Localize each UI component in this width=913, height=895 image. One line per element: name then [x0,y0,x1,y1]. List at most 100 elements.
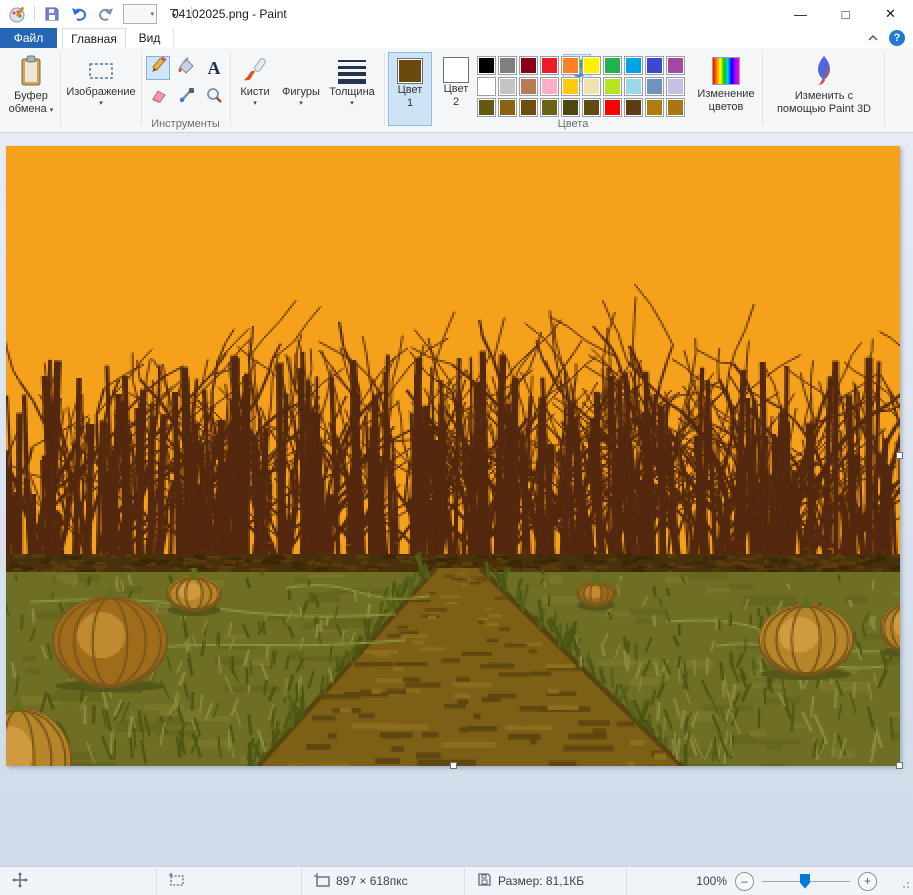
tab-file[interactable]: Файл [0,28,57,48]
thickness-icon [337,56,367,86]
palette-swatch[interactable] [582,56,601,75]
paint3d-label: Изменить с [795,90,853,102]
eyedropper-icon [177,87,195,110]
save-button[interactable] [42,3,62,25]
thickness-button[interactable]: Толщина ▾ [324,56,380,107]
cursor-position-cell [0,867,157,895]
color-palette [476,55,686,118]
palette-swatch[interactable] [624,56,643,75]
title-bar: ▾ ▾ 04102025.png - Paint — □ ✕ [0,0,913,28]
paint3d-icon [809,52,839,90]
eraser-icon [149,89,167,108]
tab-home[interactable]: Главная [62,28,126,48]
image-label: Изображение [66,86,135,99]
zoom-in-button[interactable]: + [858,872,877,891]
palette-swatch[interactable] [519,98,538,117]
selection-size-icon [169,873,185,890]
brush-icon [241,54,269,86]
canvas-size-icon [314,873,330,890]
help-icon[interactable]: ? [889,30,905,46]
undo-button[interactable] [69,3,89,25]
palette-swatch[interactable] [645,98,664,117]
palette-swatch[interactable] [540,77,559,96]
text-tool[interactable]: A [202,56,226,80]
brushes-button[interactable]: Кисти ▾ [232,54,278,107]
redo-button[interactable] [96,3,116,25]
text-tool-icon: A [208,58,221,79]
color1-label: Цвет 1 [394,84,426,110]
clipboard-button[interactable]: Буфер обмена ▾ [4,52,58,117]
maximize-button[interactable]: □ [823,0,868,28]
palette-swatch[interactable] [645,77,664,96]
palette-swatch[interactable] [540,56,559,75]
palette-swatch[interactable] [603,77,622,96]
file-size-icon [477,872,492,890]
palette-swatch[interactable] [477,77,496,96]
palette-swatch[interactable] [582,98,601,117]
color2-label: Цвет 2 [440,83,472,109]
qat-combo-box[interactable]: ▾ [123,4,157,24]
palette-swatch[interactable] [519,77,538,96]
magnifier-tool[interactable] [202,86,226,110]
palette-swatch[interactable] [477,98,496,117]
palette-swatch[interactable] [540,98,559,117]
minimize-button[interactable]: — [778,0,823,28]
palette-swatch[interactable] [603,98,622,117]
shapes-label: Фигуры [282,86,320,99]
group-divider [762,52,763,126]
eraser-tool[interactable] [146,86,170,110]
color-picker-tool[interactable] [174,86,198,110]
paint3d-button[interactable]: Изменить с помощью Paint 3D [766,52,882,116]
chevron-down-icon: ▾ [299,99,303,107]
palette-swatch[interactable] [645,56,664,75]
palette-swatch[interactable] [561,98,580,117]
resize-handle-right[interactable] [896,452,903,459]
quick-access-toolbar: ▾ ▾ [0,0,192,28]
palette-swatch[interactable] [519,56,538,75]
palette-swatch[interactable] [561,56,580,75]
image-button[interactable]: Изображение ▾ [64,56,138,107]
palette-swatch[interactable] [624,77,643,96]
zoom-out-button[interactable]: – [735,872,754,891]
resize-handle-bottom[interactable] [450,762,457,769]
pencil-tool[interactable] [146,56,170,80]
tab-view[interactable]: Вид [126,28,174,48]
ribbon-tabs: Файл Главная Вид ? [0,28,913,48]
palette-swatch[interactable] [603,56,622,75]
colors-group-caption: Цвета [384,118,762,130]
drawing-canvas[interactable] [6,146,900,766]
edit-colors-button[interactable]: Изменение цветов [692,54,760,114]
palette-swatch[interactable] [666,98,685,117]
window-controls: — □ ✕ [778,0,913,28]
thickness-label: Толщина [329,86,375,99]
palette-swatch[interactable] [477,56,496,75]
rainbow-icon [712,54,740,88]
chevron-down-icon: ▾ [350,99,354,107]
fill-tool[interactable] [174,56,198,80]
resize-grip-icon[interactable] [900,878,910,892]
shapes-button[interactable]: Фигуры ▾ [278,48,324,133]
file-size-value: Размер: 81,1КБ [498,874,584,888]
color1-button[interactable]: Цвет 1 [388,52,432,126]
paint3d-label: помощью Paint 3D [777,103,871,115]
file-size-cell: Размер: 81,1КБ [465,867,627,895]
resize-handle-corner[interactable] [896,762,903,769]
palette-swatch[interactable] [498,77,517,96]
palette-swatch[interactable] [582,77,601,96]
palette-swatch[interactable] [666,77,685,96]
palette-swatch[interactable] [561,77,580,96]
close-button[interactable]: ✕ [868,0,913,28]
selection-size-cell [157,867,302,895]
palette-swatch[interactable] [498,98,517,117]
zoom-slider-thumb[interactable] [800,874,810,889]
group-divider [141,52,142,126]
clipboard-icon [18,52,44,90]
ribbon: Буфер обмена ▾ Изображение ▾ A [0,48,913,133]
zoom-slider[interactable] [762,873,850,890]
palette-swatch[interactable] [666,56,685,75]
palette-swatch[interactable] [624,98,643,117]
collapse-ribbon-icon[interactable] [867,29,879,47]
palette-swatch[interactable] [498,56,517,75]
color2-button[interactable]: Цвет 2 [436,52,476,126]
color1-swatch [397,58,423,84]
